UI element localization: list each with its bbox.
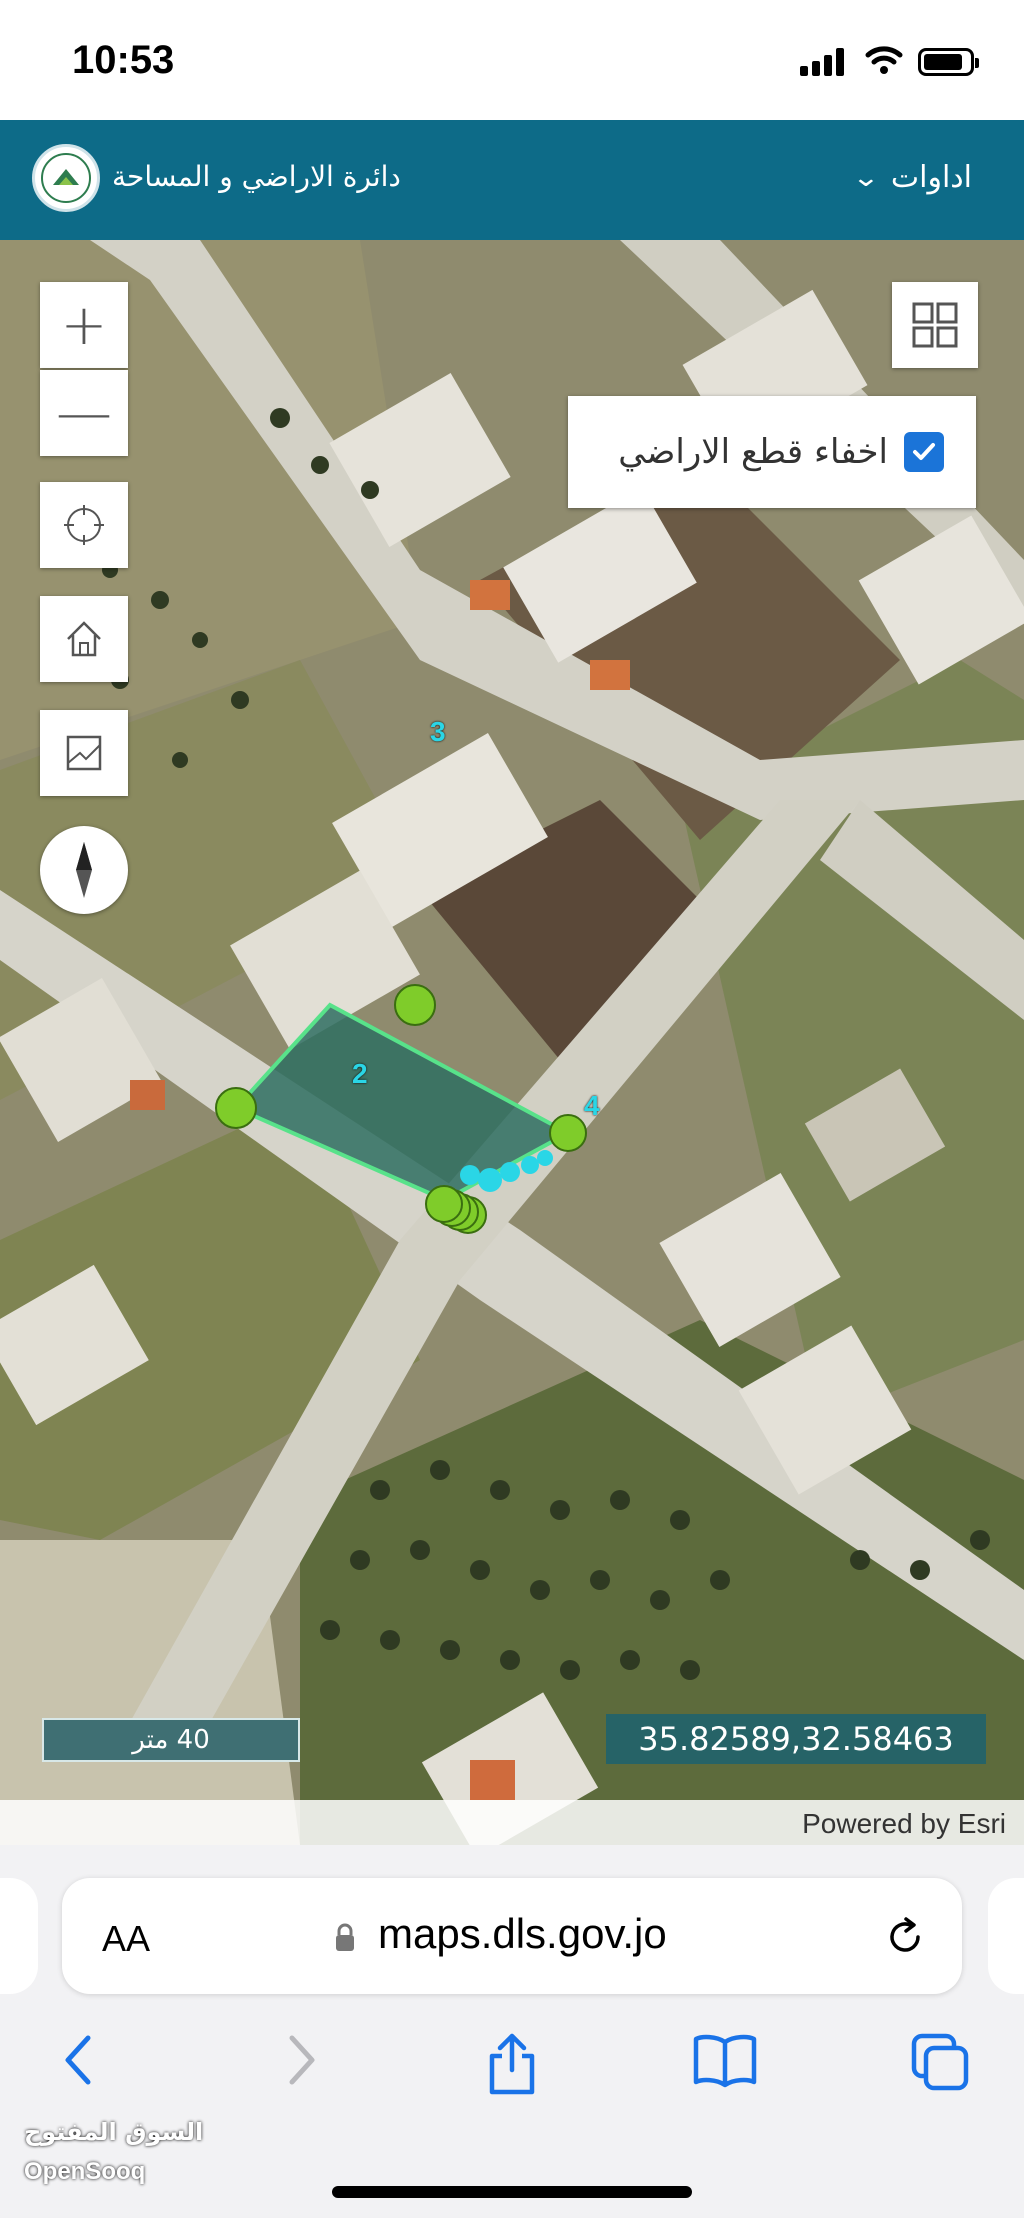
tabs-icon[interactable] [908,2030,974,2096]
header-title: دائرة الاراضي و المساحة [112,160,401,193]
status-bar: 10:53 [0,0,1024,120]
bookmarks-icon[interactable] [690,2030,760,2090]
minus-icon: — [56,380,112,446]
zoom-out-button[interactable]: — [40,370,128,456]
back-icon[interactable] [58,2030,98,2090]
next-tab-card[interactable] [988,1878,1024,1994]
home-icon [67,621,101,657]
hide-parcels-label: اخفاء قطع الاراضي [618,432,888,472]
checkmark-icon [913,443,935,460]
vertex-label-3: 3 [430,716,446,747]
hide-parcels-checkbox[interactable] [904,432,944,472]
watermark-latin: OpenSooq [24,2158,146,2185]
reload-icon[interactable] [880,1912,930,1962]
attribution-text: Powered by Esri [802,1808,1006,1839]
chevron-down-icon: ⌄ [851,162,881,193]
locate-button[interactable] [40,482,128,568]
clock: 10:53 [72,38,175,82]
tools-menu[interactable]: اداوات ⌄ [851,160,972,195]
vertex-label-4: 4 [584,1090,600,1121]
hide-parcels-toggle[interactable]: اخفاء قطع الاراضي [568,396,976,508]
share-icon[interactable] [482,2030,542,2096]
basemap-gallery-button[interactable] [892,282,978,368]
vertex-label-2: 2 [352,1058,368,1089]
watermark-arabic: السوق المفتوح [24,2118,204,2146]
forward-icon[interactable] [282,2030,322,2090]
parcel-select-button[interactable] [40,710,128,796]
basemap-icon [912,302,958,348]
compass-icon [76,842,92,898]
page-settings-button[interactable]: AA [102,1918,150,1960]
home-indicator [332,2186,692,2198]
battery-icon [918,48,979,76]
map-parcel-icon [66,735,102,771]
previous-tab-card[interactable] [0,1878,38,1994]
scale-bar: 40 متر [42,1718,300,1762]
lock-icon [336,1923,354,1951]
wifi-icon [865,46,903,74]
crosshair-icon [64,505,104,545]
plus-icon: + [60,292,108,358]
coordinates-readout: 35.82589,32.58463 [606,1714,986,1764]
attribution-bar: Powered by Esri [0,1800,1024,1845]
zoom-in-button[interactable]: + [40,282,128,368]
compass-button[interactable] [40,826,128,914]
url-text[interactable]: maps.dls.gov.jo [378,1910,667,1958]
tools-label: اداوات [890,160,972,195]
home-button[interactable] [40,596,128,682]
dls-logo [32,144,100,212]
